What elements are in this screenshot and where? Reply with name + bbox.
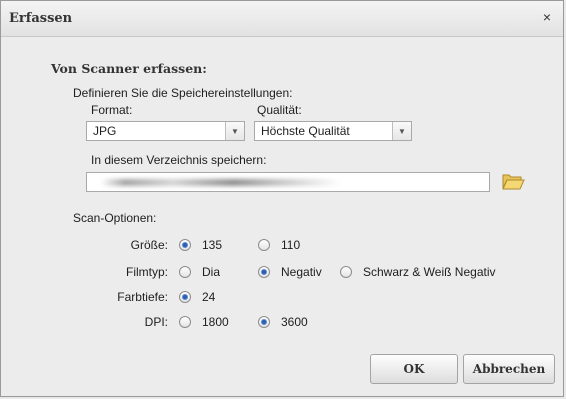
folder-open-icon[interactable] bbox=[501, 171, 525, 191]
size-110-label: 110 bbox=[281, 238, 301, 252]
film-negative-label: Negativ bbox=[281, 265, 322, 279]
dpi-3600-radio[interactable] bbox=[258, 316, 270, 328]
color-depth-label: Farbtiefe: bbox=[117, 290, 168, 304]
format-label: Format: bbox=[91, 103, 133, 117]
chevron-down-icon[interactable]: ▼ bbox=[392, 122, 411, 140]
title-bar: Erfassen × bbox=[1, 1, 563, 37]
quality-label: Qualität: bbox=[257, 103, 302, 117]
scan-options-title: Scan-Optionen: bbox=[73, 211, 157, 225]
quality-value: Höchste Qualität bbox=[261, 124, 350, 138]
dialog-title: Erfassen bbox=[9, 11, 73, 26]
film-negative-radio[interactable] bbox=[258, 266, 270, 278]
directory-path-field[interactable] bbox=[86, 172, 490, 192]
chevron-down-icon[interactable]: ▼ bbox=[225, 122, 244, 140]
color-depth-24-radio[interactable] bbox=[179, 291, 191, 303]
storage-settings-label: Definieren Sie die Speichereinstellungen… bbox=[73, 86, 293, 100]
cancel-button[interactable]: Abbrechen bbox=[463, 354, 555, 384]
format-value: JPG bbox=[93, 124, 117, 138]
film-type-label: Filmtyp: bbox=[126, 265, 168, 279]
close-icon[interactable]: × bbox=[539, 9, 555, 25]
size-135-radio[interactable] bbox=[179, 239, 191, 251]
size-110-radio[interactable] bbox=[258, 239, 270, 251]
ok-button[interactable]: OK bbox=[370, 354, 458, 384]
dpi-3600-label: 3600 bbox=[281, 315, 308, 329]
dpi-1800-radio[interactable] bbox=[179, 316, 191, 328]
capture-dialog: Erfassen × Von Scanner erfassen: Definie… bbox=[0, 0, 564, 397]
directory-label: In diesem Verzeichnis speichern: bbox=[91, 153, 267, 167]
film-bw-negative-label: Schwarz & Weiß Negativ bbox=[363, 265, 496, 279]
film-dia-label: Dia bbox=[202, 265, 221, 279]
dpi-1800-label: 1800 bbox=[202, 315, 229, 329]
dpi-label: DPI: bbox=[144, 315, 168, 329]
size-135-label: 135 bbox=[202, 238, 223, 252]
quality-select[interactable]: Höchste Qualität ▼ bbox=[254, 121, 412, 141]
format-select[interactable]: JPG ▼ bbox=[86, 121, 245, 141]
film-bw-negative-radio[interactable] bbox=[340, 266, 352, 278]
size-label: Größe: bbox=[130, 238, 168, 252]
blurred-path bbox=[101, 179, 341, 186]
section-title: Von Scanner erfassen: bbox=[51, 61, 207, 76]
film-dia-radio[interactable] bbox=[179, 266, 191, 278]
color-depth-24-label: 24 bbox=[202, 290, 216, 304]
